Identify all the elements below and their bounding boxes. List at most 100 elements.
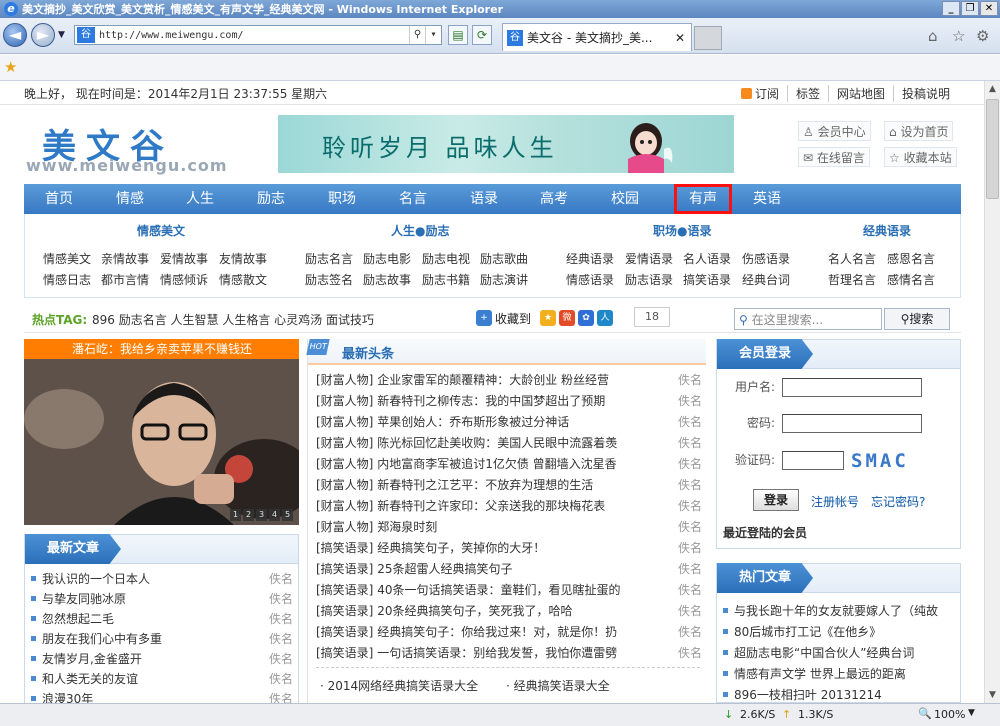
set-homepage-link[interactable]: ⌂ 设为首页 <box>884 121 954 141</box>
add-bookmark-icon[interactable]: + <box>476 310 492 326</box>
submenu-heading-workplace[interactable]: 职场●语录 <box>653 222 711 239</box>
photo-page-5[interactable]: 5 <box>282 509 293 521</box>
site-search-input[interactable]: ⚲ 在这里搜索... <box>734 308 882 330</box>
photo-page-4[interactable]: 4 <box>269 509 280 521</box>
photo-page-1[interactable]: 1 <box>230 509 241 521</box>
captcha-field[interactable] <box>782 451 844 470</box>
list-item[interactable]: 和人类无关的友谊 <box>31 670 138 687</box>
search-button[interactable]: ⚲搜索 <box>884 308 950 330</box>
feature-photo-image[interactable] <box>24 359 299 525</box>
renren-icon[interactable]: 人 <box>597 310 614 326</box>
minimize-button[interactable]: _ <box>942 1 960 16</box>
submenu-link[interactable]: 哲理名言 <box>828 271 876 288</box>
news-row[interactable]: [财富人物] 郑海泉时刻 <box>316 518 437 535</box>
menu-life[interactable]: 人生 <box>171 184 229 214</box>
member-center-link[interactable]: ♙ 会员中心 <box>798 121 871 141</box>
submenu-link[interactable]: 感恩名言 <box>887 250 935 267</box>
submenu-link[interactable]: 励志电视 <box>422 250 470 267</box>
submenu-heading-classic[interactable]: 经典语录 <box>863 222 911 239</box>
submenu-link[interactable]: 情感美文 <box>43 250 91 267</box>
news-row[interactable]: [财富人物] 新春特刊之柳传志：我的中国梦超出了预期 <box>316 392 605 409</box>
new-tab-button[interactable] <box>694 26 722 50</box>
news-row[interactable]: [搞笑语录] 经典搞笑句子，笑掉你的大牙！ <box>316 539 545 556</box>
submenu-link[interactable]: 励志故事 <box>363 271 411 288</box>
address-dropdown-icon[interactable]: ▾ <box>425 26 441 44</box>
qzone-star-icon[interactable]: ★ <box>540 310 557 326</box>
submission-guide-link[interactable]: 投稿说明 <box>892 85 958 102</box>
register-link[interactable]: 注册帐号 <box>811 493 859 510</box>
forgot-password-link[interactable]: 忘记密码? <box>871 493 925 510</box>
menu-workplace[interactable]: 职场 <box>313 184 371 214</box>
submenu-link[interactable]: 经典台词 <box>742 271 790 288</box>
list-item[interactable]: 与挚友同驰冰原 <box>31 590 126 607</box>
scroll-up-icon[interactable]: ▲ <box>985 81 1000 97</box>
sitemap-link[interactable]: 网站地图 <box>827 85 893 102</box>
submenu-link[interactable]: 情感散文 <box>219 271 267 288</box>
scroll-down-icon[interactable]: ▼ <box>985 687 1000 703</box>
list-item[interactable]: 友情岁月,金雀盛开 <box>31 650 142 667</box>
close-tab-icon[interactable]: ✕ <box>675 31 685 45</box>
hot-article-item[interactable]: 896一枝相扫叶 20131214 <box>723 686 955 703</box>
news-row[interactable]: [财富人物] 新春特刊之许家印：父亲送我的那块梅花表 <box>316 497 605 514</box>
browser-tab[interactable]: 谷 美文谷 - 美文摘抄_美... ✕ <box>502 23 692 51</box>
add-favorites-icon[interactable]: ★ <box>4 58 17 76</box>
back-button[interactable]: ◄ <box>3 23 27 47</box>
home-icon[interactable]: ⌂ <box>928 27 938 45</box>
submenu-link[interactable]: 经典语录 <box>566 250 614 267</box>
menu-gaokao[interactable]: 高考 <box>525 184 583 214</box>
scroll-thumb[interactable] <box>986 99 999 199</box>
menu-english[interactable]: 英语 <box>738 184 796 214</box>
submenu-heading-emotion[interactable]: 情感美文 <box>137 222 185 239</box>
menu-quotes[interactable]: 名言 <box>384 184 442 214</box>
news-row[interactable]: [搞笑语录] 一句话搞笑语录：别给我发誓，我怕你遭雷劈 <box>316 644 617 661</box>
submenu-link[interactable]: 励志歌曲 <box>480 250 528 267</box>
feature-photo-caption[interactable]: 潘石屹：我给乡亲卖苹果不赚钱还 <box>24 339 299 359</box>
list-item[interactable]: 我认识的一个日本人 <box>31 570 150 587</box>
submenu-link[interactable]: 励志语录 <box>625 271 673 288</box>
bottom-link[interactable]: · 2014网络经典搞笑语录大全 <box>320 677 478 694</box>
news-row[interactable]: [搞笑语录] 20条经典搞笑句子，笑死我了，哈哈 <box>316 602 572 619</box>
list-item[interactable]: 忽然想起二毛 <box>31 610 114 627</box>
feature-photo[interactable]: 潘石屹：我给乡亲卖苹果不赚钱还 1 2 3 4 5 <box>24 339 299 525</box>
captcha-image[interactable]: SMAC <box>851 450 909 472</box>
list-item[interactable]: 朋友在我们心中有多重 <box>31 630 162 647</box>
news-row[interactable]: [财富人物] 内地富商李军被追讨1亿欠债 曾翻墙入沈星香 <box>316 455 617 472</box>
submenu-link[interactable]: 情感倾诉 <box>160 271 208 288</box>
submenu-heading-life[interactable]: 人生●励志 <box>391 222 449 239</box>
submenu-link[interactable]: 励志书籍 <box>422 271 470 288</box>
refresh-icon[interactable]: ⟳ <box>472 25 492 45</box>
photo-page-2[interactable]: 2 <box>243 509 254 521</box>
submenu-link[interactable]: 感情名言 <box>887 271 935 288</box>
hot-article-item[interactable]: 超励志电影“中国合伙人”经典台词 <box>723 644 955 661</box>
photo-page-3[interactable]: 3 <box>256 509 267 521</box>
hot-article-item[interactable]: 情感有声文学 世界上最远的距离 <box>723 665 955 682</box>
submenu-link[interactable]: 友情故事 <box>219 250 267 267</box>
online-message-link[interactable]: ✉ 在线留言 <box>798 147 870 167</box>
baidu-paw-icon[interactable]: ✿ <box>578 310 595 326</box>
submenu-link[interactable]: 搞笑语录 <box>683 271 731 288</box>
vertical-scrollbar[interactable]: ▲ ▼ <box>984 81 1000 703</box>
tools-gear-icon[interactable]: ⚙ <box>976 27 989 45</box>
news-row[interactable]: [财富人物] 企业家雷军的颠覆精神：大龄创业 粉丝经营 <box>316 371 609 388</box>
hot-tags[interactable]: 896 励志名言 人生智慧 人生格言 心灵鸡汤 面试技巧 <box>92 311 374 328</box>
hot-article-item[interactable]: 与我长跑十年的女友就要嫁人了（纯故 <box>723 602 955 619</box>
submenu-link[interactable]: 名人语录 <box>683 250 731 267</box>
weibo-icon[interactable]: 微 <box>559 310 576 326</box>
menu-campus[interactable]: 校园 <box>596 184 654 214</box>
subscribe-link[interactable]: 订阅 <box>733 85 787 102</box>
menu-emotion[interactable]: 情感 <box>101 184 159 214</box>
address-url[interactable]: http://www.meiwengu.com/ <box>99 30 244 41</box>
zoom-level[interactable]: 100% <box>934 708 965 721</box>
submenu-link[interactable]: 爱情故事 <box>160 250 208 267</box>
menu-inspiration[interactable]: 励志 <box>242 184 300 214</box>
zoom-dropdown-icon[interactable]: ▼ <box>968 708 975 718</box>
restore-button[interactable]: ❐ <box>961 1 979 16</box>
history-dropdown-icon[interactable]: ▼ <box>58 30 65 40</box>
submenu-link[interactable]: 励志名言 <box>305 250 353 267</box>
login-button[interactable]: 登录 <box>753 489 799 511</box>
address-bar[interactable]: 谷 http://www.meiwengu.com/ ⚲ ▾ <box>74 25 442 45</box>
submenu-link[interactable]: 情感日志 <box>43 271 91 288</box>
share-label[interactable]: 收藏到 <box>495 310 531 327</box>
bottom-link[interactable]: · 经典搞笑语录大全 <box>506 677 610 694</box>
submenu-link[interactable]: 都市言情 <box>101 271 149 288</box>
